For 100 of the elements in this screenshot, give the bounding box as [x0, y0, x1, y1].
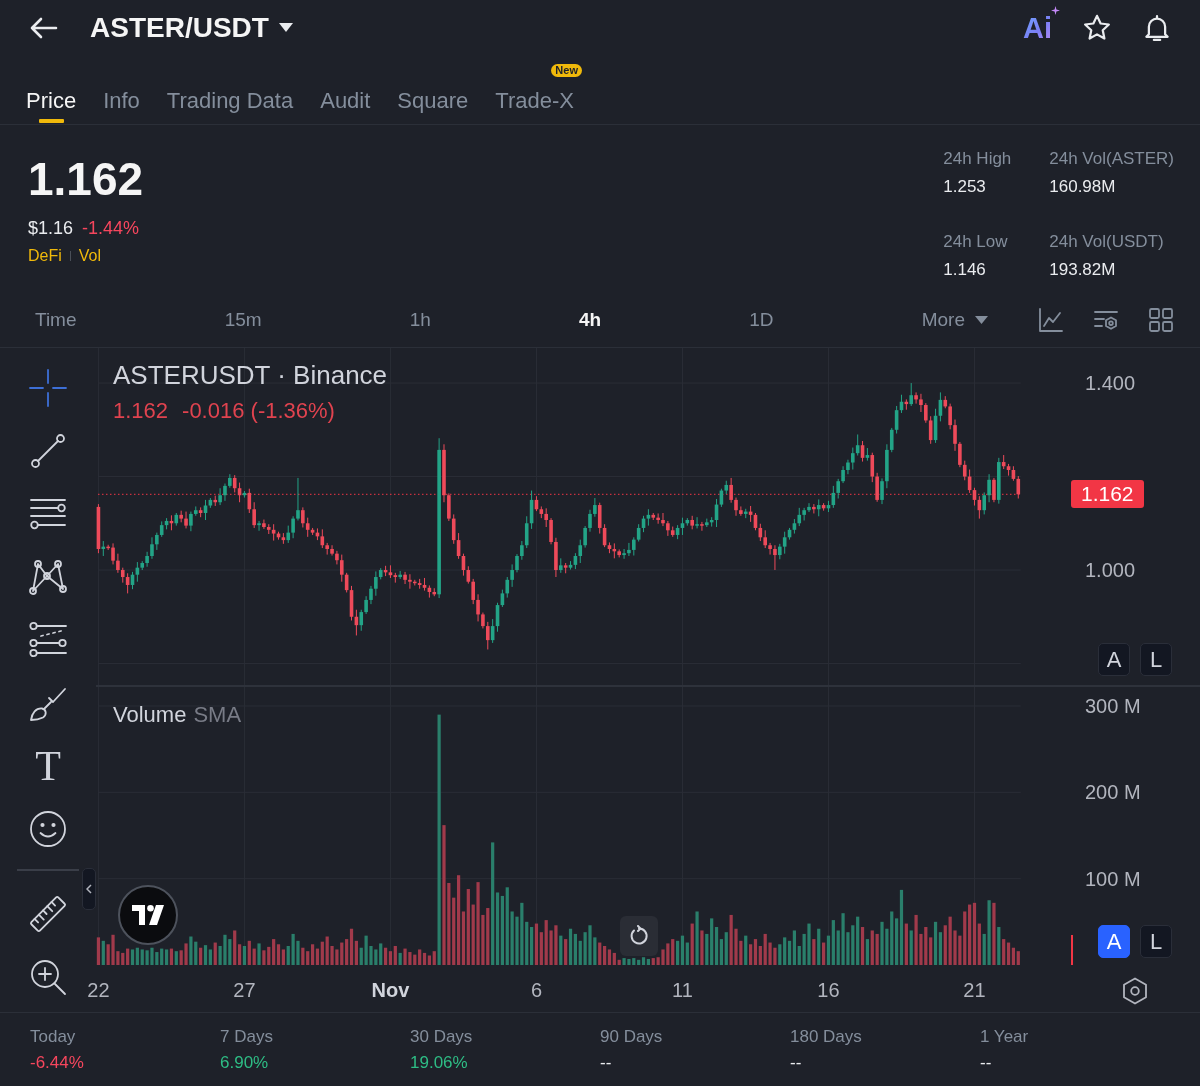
candlestick — [807, 502, 811, 513]
ruler-icon[interactable] — [28, 894, 68, 934]
bar — [890, 911, 894, 965]
tab[interactable]: Square — [397, 55, 469, 124]
bar — [495, 892, 500, 965]
scale-mode-button[interactable]: A — [1098, 643, 1130, 676]
candlestick — [330, 544, 334, 557]
candlestick — [773, 544, 777, 571]
candlestick — [992, 477, 996, 503]
fiat-price: $1.16 — [28, 217, 74, 240]
scale-mode-button[interactable]: L — [1140, 643, 1172, 676]
candlestick — [914, 391, 918, 405]
line-chart-icon[interactable] — [1038, 307, 1064, 333]
bar — [96, 937, 101, 965]
candlestick — [505, 576, 510, 599]
emoji-icon[interactable] — [28, 809, 68, 849]
bell-icon[interactable] — [1142, 12, 1172, 43]
text-tool[interactable]: T — [35, 746, 61, 786]
collapse-toolbar-button[interactable] — [82, 868, 96, 910]
bar — [306, 951, 310, 965]
pair-selector[interactable]: ASTER/USDT — [90, 11, 293, 44]
bar — [646, 958, 650, 965]
volume-axis-label: 100 M — [1085, 866, 1141, 891]
candlestick — [408, 573, 412, 590]
tab[interactable]: Info — [103, 55, 140, 124]
bar — [943, 925, 947, 965]
grid-layout-icon[interactable] — [1148, 307, 1174, 333]
bar — [564, 939, 568, 965]
scale-mode-button[interactable]: A — [1098, 925, 1130, 958]
interval-tab[interactable]: 4h — [578, 308, 602, 332]
fibonacci-icon[interactable] — [28, 620, 68, 660]
bar — [602, 946, 607, 965]
candlestick — [583, 525, 587, 549]
candlestick — [510, 563, 514, 588]
chart-symbol-title: ASTERUSDT · Binance — [113, 360, 388, 390]
current-price-tag: 1.162 — [1071, 480, 1144, 509]
candlestick — [919, 393, 923, 413]
period-change: -- — [600, 1052, 613, 1074]
bar — [359, 947, 363, 965]
price-axis-label: 1.400 — [1085, 371, 1136, 396]
bar — [1006, 942, 1011, 965]
bar — [310, 944, 315, 965]
chart-price-change: -0.016 (-1.36%) — [182, 398, 335, 424]
bar — [286, 946, 290, 965]
bar — [437, 714, 441, 965]
crosshair-icon[interactable] — [28, 368, 68, 408]
candlestick — [729, 477, 733, 504]
candlestick — [471, 578, 475, 605]
candlestick — [909, 382, 914, 407]
interval-tab[interactable]: 1D — [749, 308, 774, 332]
tab[interactable]: Price — [26, 55, 77, 124]
candlestick — [875, 472, 879, 503]
tab[interactable]: Trading Data — [166, 55, 294, 124]
bar — [398, 952, 402, 965]
settings-icon[interactable] — [1122, 977, 1148, 1005]
candlestick — [184, 511, 188, 529]
bar — [865, 939, 870, 965]
reset-chart-button[interactable] — [620, 916, 658, 956]
bar — [977, 923, 981, 965]
price-axis-label: 1.000 — [1085, 558, 1136, 582]
tag-link[interactable]: Vol — [78, 245, 102, 267]
candlestick — [296, 477, 300, 521]
interval-tab[interactable]: 15m — [224, 308, 262, 332]
bar — [208, 949, 212, 965]
bar — [690, 923, 694, 965]
candlestick — [656, 512, 660, 525]
star-icon[interactable] — [1082, 12, 1112, 43]
bar — [612, 952, 616, 965]
bar — [870, 930, 874, 965]
candlestick — [924, 402, 928, 424]
bar — [242, 946, 247, 965]
candlestick — [597, 502, 602, 535]
bar — [130, 949, 135, 965]
back-arrow-icon[interactable] — [30, 15, 58, 40]
bar — [641, 957, 646, 965]
date-axis-label: 21 — [963, 978, 986, 1002]
bar — [500, 895, 504, 965]
brand-logo-icon[interactable] — [118, 885, 178, 945]
new-badge: New — [551, 64, 582, 77]
tag-link[interactable]: DeFi — [28, 245, 62, 267]
bar — [505, 887, 509, 965]
bar — [169, 948, 174, 965]
candlestick — [987, 473, 991, 503]
candlestick — [812, 503, 816, 514]
tab[interactable]: Audit — [320, 55, 371, 124]
interval-tab[interactable]: Time — [35, 308, 77, 332]
chart-last-price: 1.162 — [113, 398, 169, 424]
candlestick — [476, 593, 480, 622]
interval-tab[interactable]: 1h — [409, 308, 431, 332]
bar — [909, 930, 913, 965]
period-label: 90 Days — [600, 1026, 664, 1048]
scale-mode-button[interactable]: L — [1140, 925, 1172, 958]
more-intervals-dropdown[interactable]: More — [921, 308, 988, 332]
trend-line-icon[interactable] — [28, 431, 68, 471]
pattern-icon[interactable] — [28, 557, 68, 597]
zoom-icon[interactable] — [28, 957, 68, 997]
bar — [529, 927, 534, 965]
bar — [393, 946, 397, 965]
candlestick — [515, 553, 519, 573]
bar — [345, 939, 349, 965]
